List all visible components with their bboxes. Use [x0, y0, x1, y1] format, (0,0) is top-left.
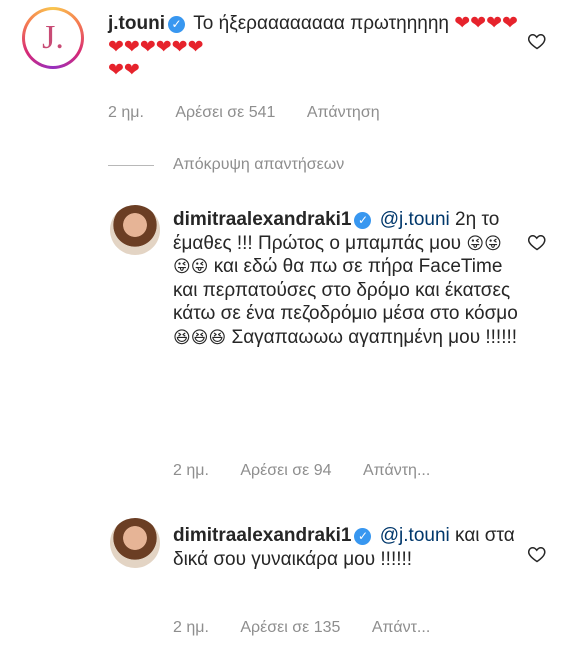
red-hearts: ❤❤ [108, 60, 140, 81]
comment-time: 2 ημ. [108, 104, 144, 121]
emoji: 😆😆😆 [173, 327, 227, 347]
reply-button[interactable]: Απάντη... [363, 462, 430, 480]
avatar[interactable]: J. [22, 7, 84, 69]
verified-icon: ✓ [167, 16, 185, 33]
likes-count[interactable]: Αρέσει σε 135 [240, 619, 340, 637]
verified-icon: ✓ [354, 212, 372, 229]
mention-link[interactable]: @j.touni [380, 525, 450, 546]
comment-username[interactable]: dimitraalexandraki1 [173, 525, 351, 546]
reply-button[interactable]: Απάντηση [307, 104, 380, 122]
hide-replies-button[interactable]: Απόκρυψη απαντήσεων [173, 156, 344, 174]
comment-meta: 2 ημ. Αρέσει σε 135 Απάντ... [173, 619, 430, 637]
comment-text: dimitraalexandraki1 ✓ @j.touni 2η το έμαθ… [173, 208, 518, 349]
avatar[interactable] [110, 205, 160, 255]
comment-username[interactable]: dimitraalexandraki1 [173, 209, 351, 230]
comment-meta: 2 ημ. Αρέσει σε 541 Απάντηση [108, 104, 380, 122]
heart-icon[interactable] [527, 31, 547, 51]
avatar[interactable] [110, 518, 160, 568]
avatar-logo: J. [42, 19, 64, 56]
comment-text: dimitraalexandraki1 ✓ @j.touni και στα δι… [173, 524, 518, 571]
comment-text: j.touni ✓ Το ήξεραααααααα πρωτηηηηη ❤❤❤❤❤… [108, 12, 518, 83]
comment-body: και εδώ θα πω σε πήρα FaceTime και περπα… [173, 256, 518, 324]
heart-icon[interactable] [527, 544, 547, 564]
verified-icon: ✓ [354, 528, 372, 545]
comment-time: 2 ημ. [173, 619, 209, 636]
comment-body: Σαγαπαωωω αγαπημένη μου !!!!!! [231, 326, 518, 348]
comment-username[interactable]: j.touni [108, 13, 165, 34]
mention-link[interactable]: @j.touni [380, 209, 450, 230]
comment-meta: 2 ημ. Αρέσει σε 94 Απάντη... [173, 462, 430, 480]
likes-count[interactable]: Αρέσει σε 94 [240, 462, 331, 480]
comment-body: Το ήξεραααααααα πρωτηηηηη [193, 13, 449, 34]
likes-count[interactable]: Αρέσει σε 541 [175, 104, 275, 122]
heart-icon[interactable] [527, 232, 547, 252]
divider [108, 165, 154, 166]
reply-button[interactable]: Απάντ... [372, 619, 430, 637]
comment-time: 2 ημ. [173, 462, 209, 479]
